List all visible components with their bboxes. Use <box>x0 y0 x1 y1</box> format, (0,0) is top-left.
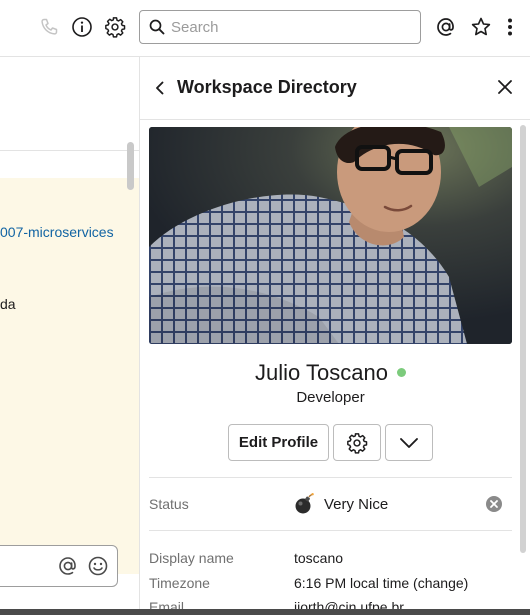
profile-name: Julio Toscano <box>255 360 388 385</box>
message-text: da <box>0 296 16 312</box>
search-placeholder: Search <box>171 19 219 36</box>
mention-icon[interactable] <box>57 555 79 577</box>
back-icon[interactable] <box>153 79 167 97</box>
display-name-value: toscano <box>294 550 344 566</box>
info-icon[interactable] <box>70 14 94 40</box>
search-icon <box>149 19 165 35</box>
edit-profile-button[interactable]: Edit Profile <box>228 424 329 461</box>
gear-icon[interactable] <box>103 14 127 40</box>
more-actions-button[interactable] <box>385 424 433 461</box>
clear-status-icon[interactable] <box>486 496 502 512</box>
panel-title: Workspace Directory <box>177 77 357 97</box>
window-bottom-edge <box>0 609 530 615</box>
divider <box>0 150 139 151</box>
emoji-icon[interactable] <box>87 555 109 577</box>
display-name-label: Display name <box>149 550 234 566</box>
more-icon[interactable] <box>500 14 520 40</box>
profile-name-row: Julio Toscano <box>149 360 512 386</box>
bomb-icon <box>295 493 314 514</box>
status-value: Very Nice <box>324 496 389 513</box>
chevron-down-icon <box>400 437 418 448</box>
profile-settings-button[interactable] <box>333 424 381 461</box>
top-bar: Search <box>0 0 530 57</box>
star-icon[interactable] <box>469 14 493 40</box>
edit-profile-label: Edit Profile <box>238 434 319 451</box>
panel-scrollbar[interactable] <box>520 125 526 553</box>
status-label: Status <box>149 496 189 512</box>
message-composer[interactable] <box>0 545 118 587</box>
workspace-directory-panel: Workspace Directory Julio Toscano Develo… <box>139 57 530 615</box>
phone-icon[interactable] <box>37 14 61 40</box>
profile-photo-image <box>149 127 512 344</box>
mention-icon[interactable] <box>434 14 458 40</box>
message-pane: 007-microservices da <box>0 57 139 615</box>
gear-icon <box>347 432 368 454</box>
divider <box>149 530 512 531</box>
timezone-label: Timezone <box>149 575 210 591</box>
message-scrollbar[interactable] <box>127 142 134 190</box>
profile-photo[interactable] <box>149 127 512 344</box>
search-input[interactable]: Search <box>139 10 421 44</box>
timezone-value[interactable]: 6:16 PM local time (change) <box>294 575 468 591</box>
panel-header: Workspace Directory <box>140 57 530 120</box>
message-link[interactable]: 007-microservices <box>0 224 114 240</box>
close-icon[interactable] <box>496 78 514 96</box>
profile-title: Developer <box>296 389 365 406</box>
presence-indicator <box>396 367 406 377</box>
divider <box>149 477 512 478</box>
